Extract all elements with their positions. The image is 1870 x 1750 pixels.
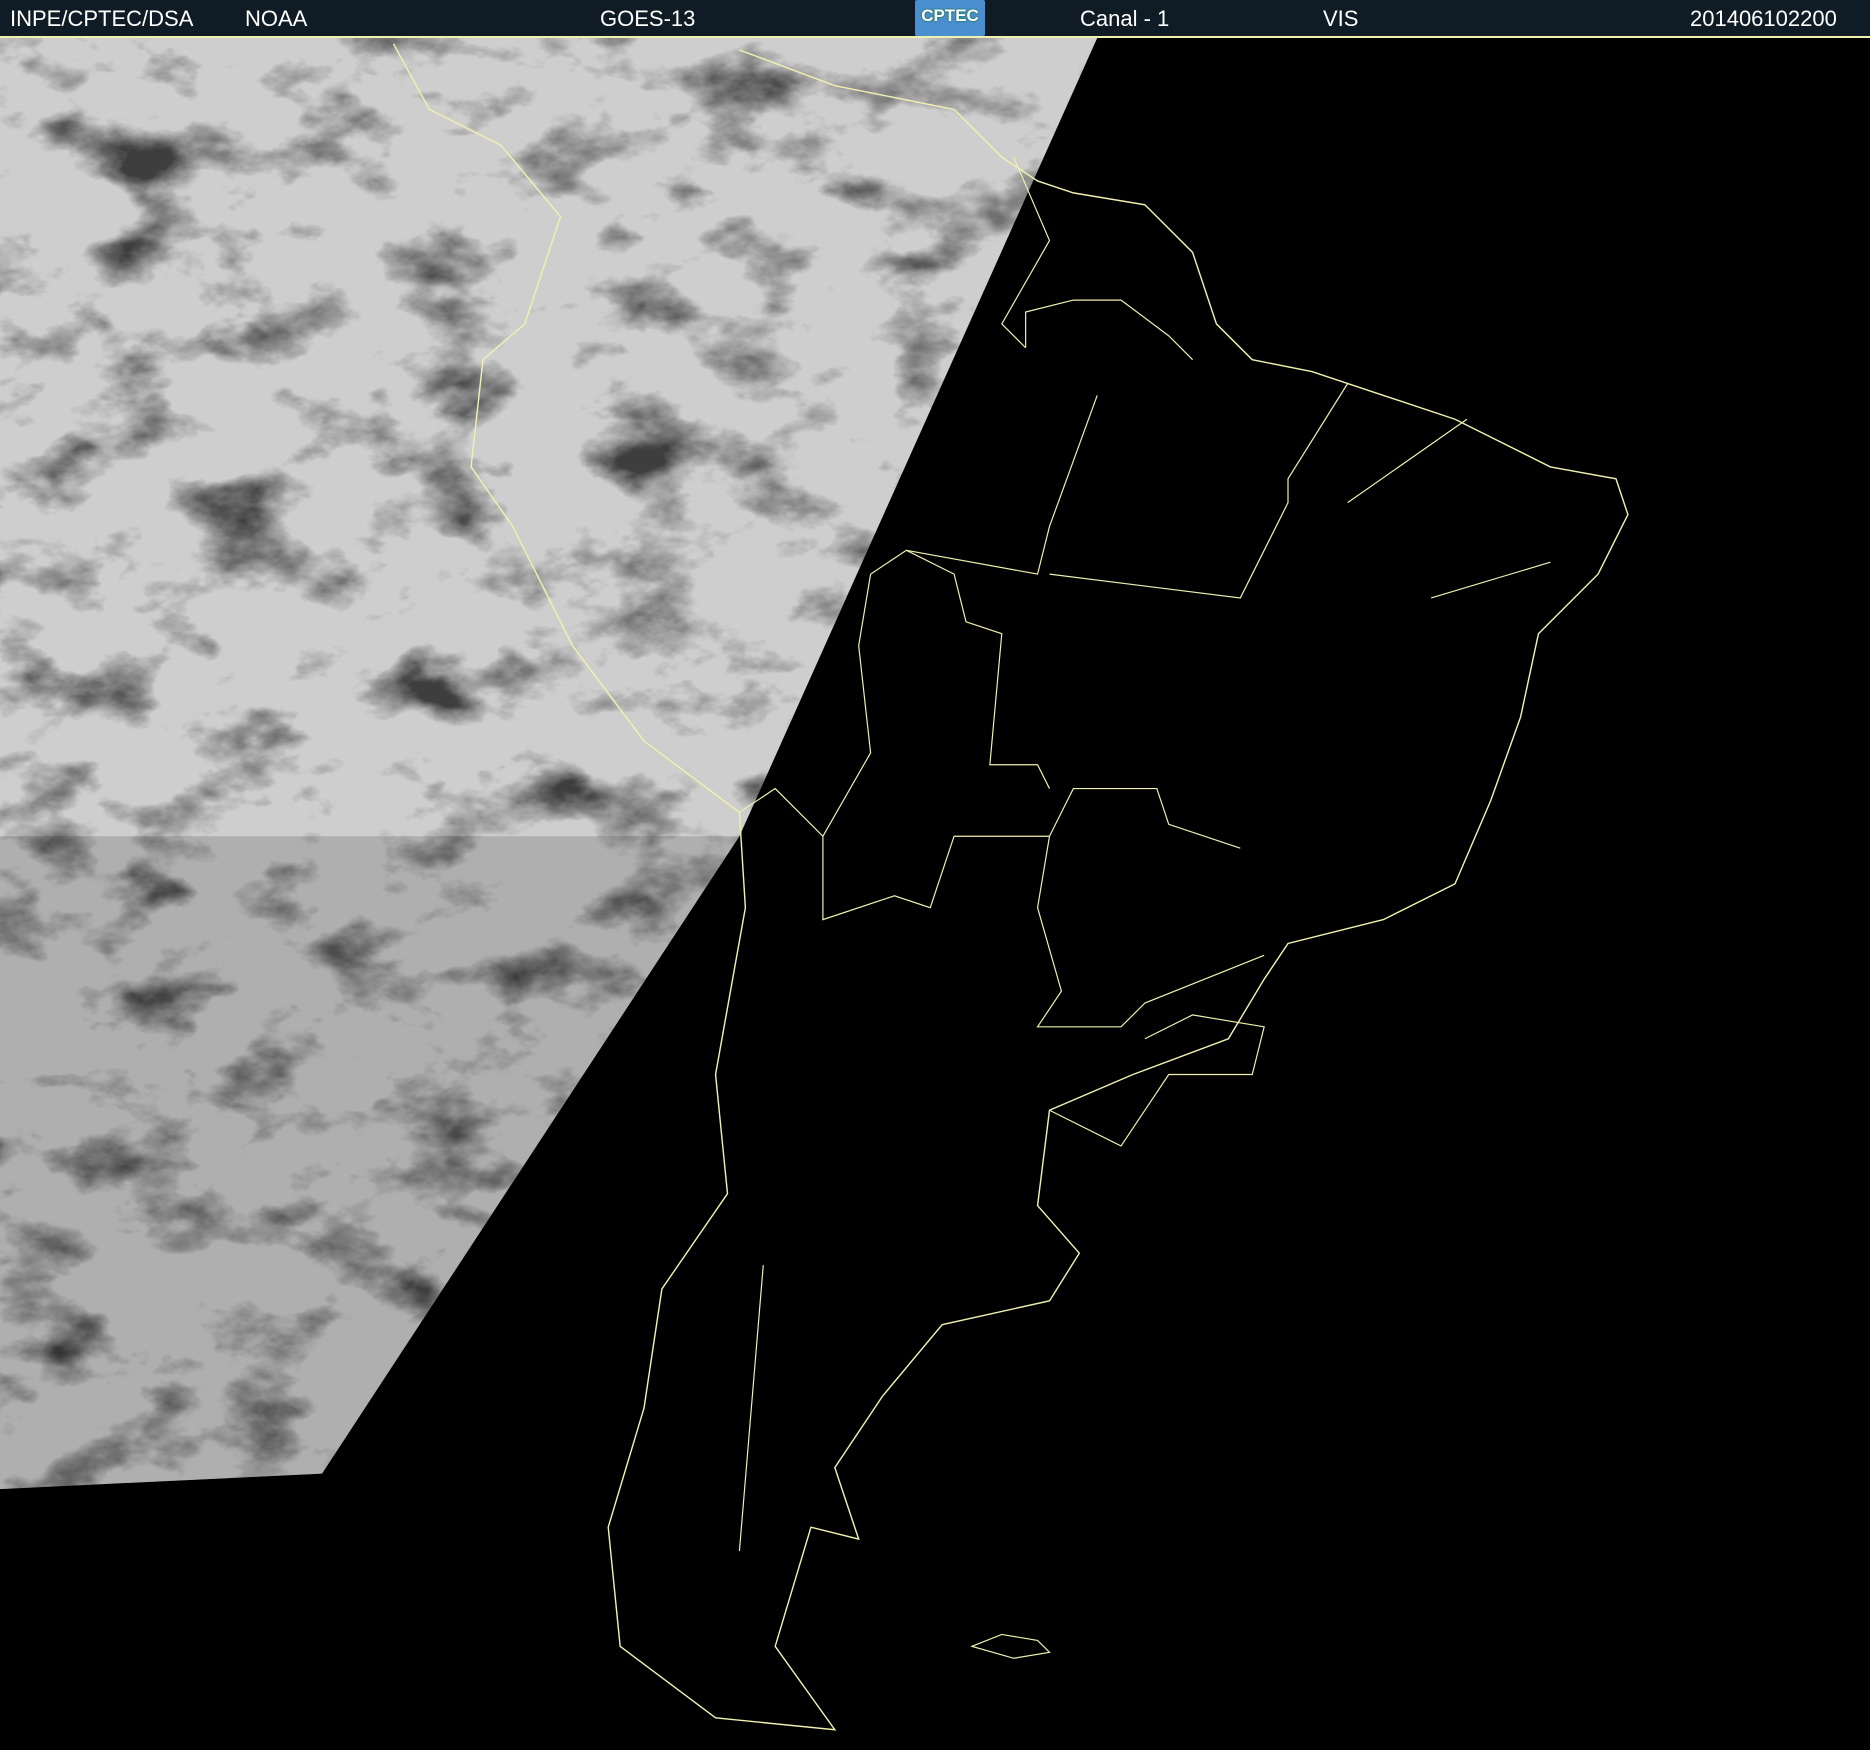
daylight-region [0,38,1098,1490]
timestamp-label: 201406102200 [1690,6,1837,31]
source-label: NOAA [245,6,308,31]
satellite-label: GOES-13 [600,6,696,31]
agency-label: INPE/CPTEC/DSA [10,6,194,31]
map-svg [0,38,1629,1731]
satellite-image [0,36,1870,1750]
channel-label: Canal - 1 [1080,6,1170,31]
header-bar: INPE/CPTEC/DSA NOAA GOES-13 CPTEC Canal … [0,0,1870,36]
falkland-islands [970,1633,1051,1659]
cptec-logo: CPTEC [915,0,985,36]
band-label: VIS [1323,6,1359,31]
